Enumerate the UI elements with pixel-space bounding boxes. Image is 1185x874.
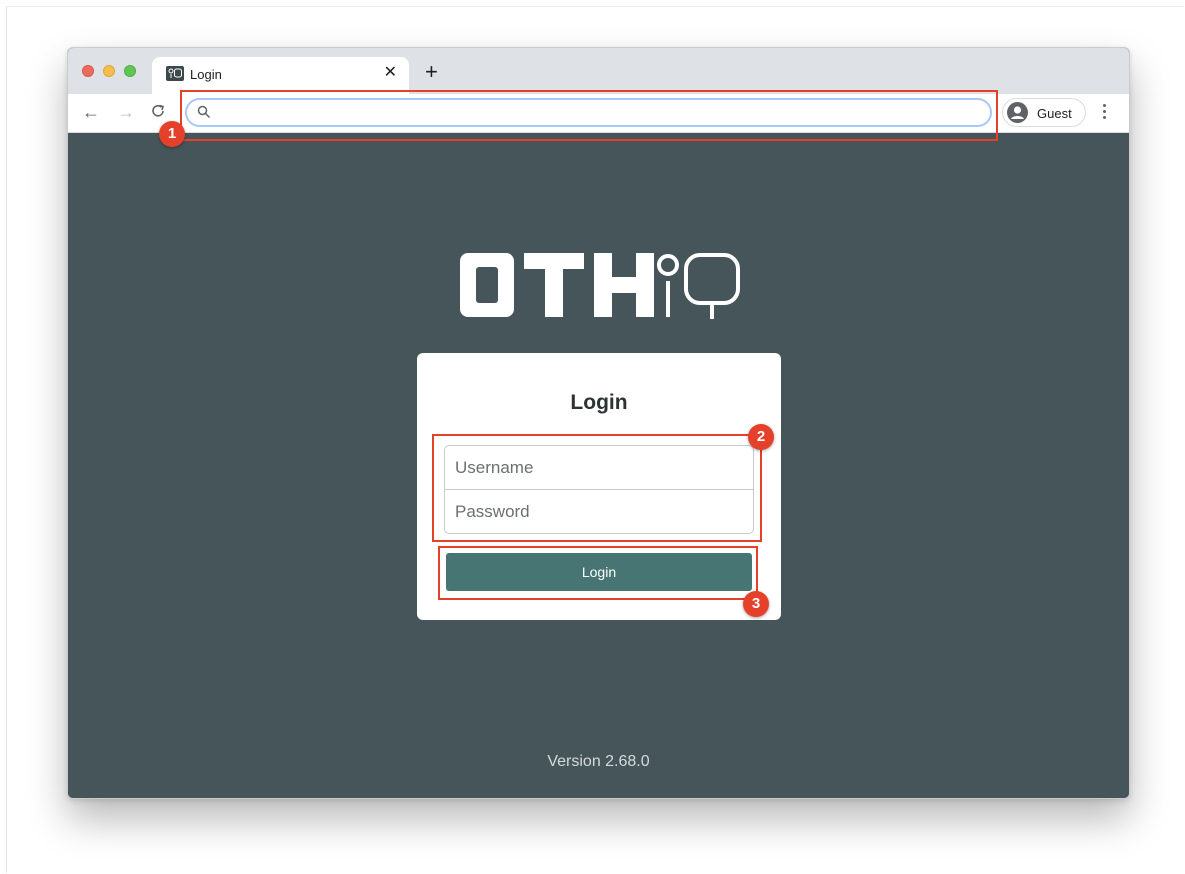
profile-label: Guest [1037,106,1072,121]
new-tab-button[interactable]: + [425,61,438,83]
browser-window: Login ✕ + ← → Guest Login Username Login… [67,47,1130,799]
tab-bar: Login ✕ + [68,48,1129,94]
maximize-window-button[interactable] [124,65,136,77]
profile-button[interactable]: Guest [1002,98,1086,127]
minimize-window-button[interactable] [103,65,115,77]
login-title: Login [570,391,628,414]
annotation-badge-1: 1 [159,121,185,147]
more-menu-icon[interactable] [1099,102,1109,122]
oth-iq-logo [458,251,748,321]
tab-login[interactable]: Login ✕ [152,57,409,94]
close-tab-icon[interactable]: ✕ [384,64,397,82]
annotation-badge-2: 2 [748,424,774,450]
tab-title: Login [190,67,222,82]
annotation-badge-3: 3 [743,591,769,617]
close-window-button[interactable] [82,65,94,77]
avatar-icon [1007,102,1028,123]
annotation-box-address-bar [180,90,998,141]
annotation-box-credentials [432,434,762,542]
favicon-icon [166,66,184,81]
forward-arrow-icon[interactable]: → [117,103,135,121]
reload-icon[interactable] [150,103,166,122]
back-arrow-icon[interactable]: ← [82,103,100,121]
annotation-box-login-button [438,546,758,600]
version-label: Version 2.68.0 [547,753,650,770]
